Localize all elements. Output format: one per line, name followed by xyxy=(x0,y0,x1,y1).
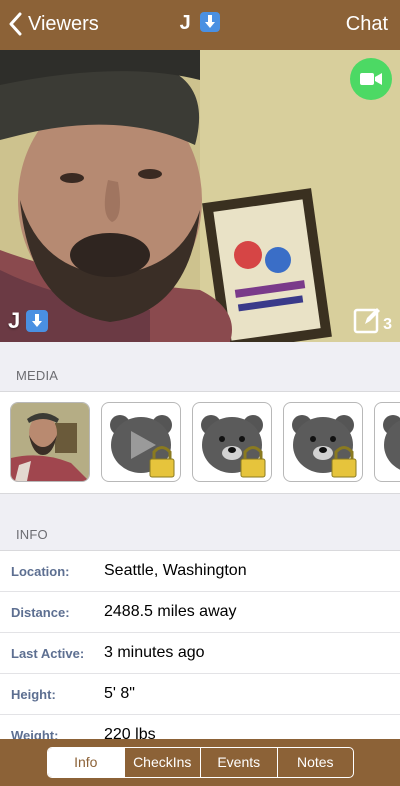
tab-events[interactable]: Events xyxy=(200,748,277,777)
info-value: 5' 8" xyxy=(104,685,135,702)
bear-icon xyxy=(292,415,357,478)
media-locked-photo-thumb[interactable] xyxy=(283,402,363,482)
info-section-title: INFO xyxy=(16,527,48,542)
media-locked-photo-thumb[interactable] xyxy=(192,402,272,482)
bottom-tab-bar: Info CheckIns Events Notes xyxy=(0,739,400,786)
media-strip[interactable] xyxy=(0,391,400,494)
edit-count-badge: 3 xyxy=(383,316,392,333)
media-section-header: MEDIA xyxy=(0,359,400,391)
segmented-control: Info CheckIns Events Notes xyxy=(47,747,354,778)
tab-checkins[interactable]: CheckIns xyxy=(123,748,201,777)
profile-photo-image xyxy=(0,50,400,342)
media-locked-video-thumb[interactable] xyxy=(101,402,181,482)
download-icon xyxy=(200,12,221,32)
download-icon xyxy=(26,310,49,332)
edit-icon xyxy=(353,308,381,334)
media-photo-thumb[interactable] xyxy=(10,402,90,482)
back-button[interactable]: Viewers xyxy=(8,12,99,36)
info-label: Height: xyxy=(11,687,56,702)
bear-icon xyxy=(201,415,266,478)
info-row-weight: Weight: 220 lbs xyxy=(0,715,400,741)
info-row-location: Location: Seattle, Washington xyxy=(0,551,400,592)
media-locked-photo-thumb[interactable] xyxy=(374,402,400,482)
page-title-text: J xyxy=(179,12,191,34)
info-row-last-active: Last Active: 3 minutes ago xyxy=(0,633,400,674)
media-photo-image xyxy=(11,403,89,481)
bear-icon xyxy=(383,415,400,470)
info-list: Location: Seattle, Washington Distance: … xyxy=(0,550,400,741)
tab-info[interactable]: Info xyxy=(48,748,124,777)
info-value: Seattle, Washington xyxy=(104,562,247,579)
video-camera-icon xyxy=(360,73,382,85)
info-section-header: INFO xyxy=(0,518,400,550)
photo-username: J xyxy=(8,308,49,334)
video-call-button[interactable] xyxy=(350,58,392,100)
info-row-distance: Distance: 2488.5 miles away xyxy=(0,592,400,633)
chat-button[interactable]: Chat xyxy=(346,13,388,36)
profile-photo[interactable]: J 3 xyxy=(0,50,400,342)
info-label: Last Active: xyxy=(11,646,85,661)
info-label: Location: xyxy=(11,564,70,579)
info-value: 3 minutes ago xyxy=(104,644,205,661)
top-nav-bar: Viewers J Chat xyxy=(0,0,400,50)
edit-notes-button[interactable]: 3 xyxy=(353,306,392,334)
photo-username-text: J xyxy=(8,308,21,333)
chevron-left-icon xyxy=(9,12,22,36)
media-section-title: MEDIA xyxy=(16,368,59,383)
info-value: 2488.5 miles away xyxy=(104,603,237,620)
back-button-label: Viewers xyxy=(28,12,99,35)
info-label: Distance: xyxy=(11,605,70,620)
info-row-height: Height: 5' 8" xyxy=(0,674,400,715)
tab-notes[interactable]: Notes xyxy=(276,748,354,777)
bear-icon xyxy=(110,415,175,478)
